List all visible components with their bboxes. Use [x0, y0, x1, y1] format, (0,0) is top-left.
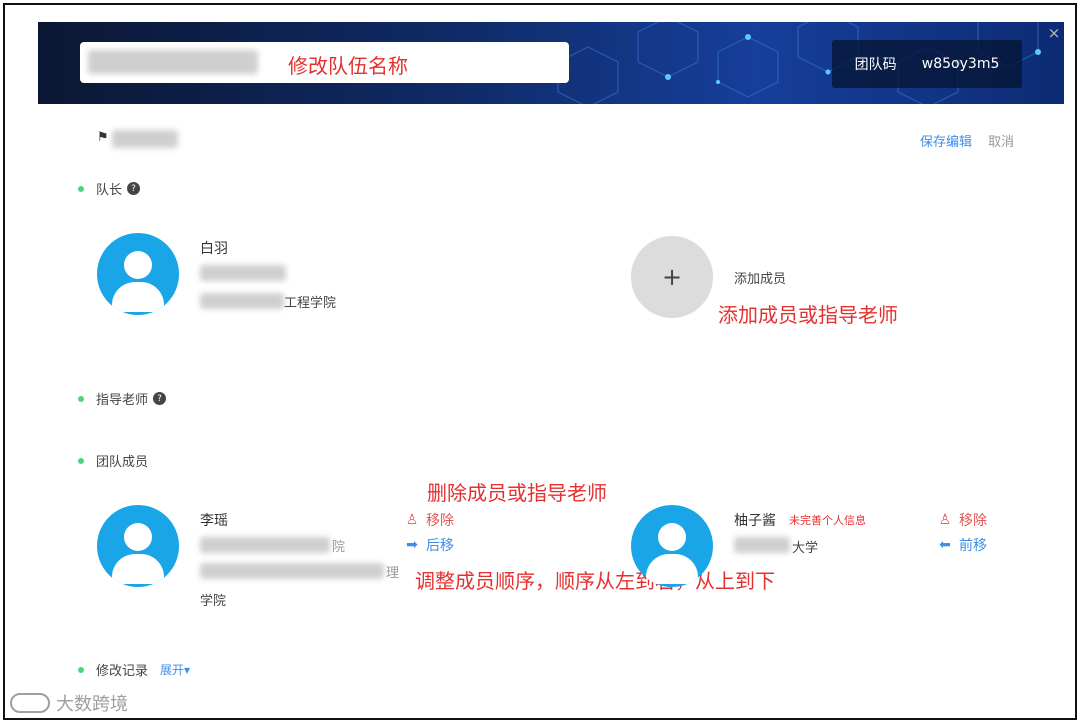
- caret-down-icon: ▾: [184, 663, 191, 677]
- member-1-partial-2: 理: [386, 566, 400, 581]
- captain-name: 白羽: [200, 241, 228, 257]
- team-name-blurred: [88, 50, 258, 74]
- remove-label: 移除: [426, 513, 454, 529]
- section-captain-label: 队长: [96, 183, 123, 198]
- watermark: 大数跨境: [10, 690, 128, 716]
- team-code-label: 团队码: [854, 57, 897, 73]
- history-expand-toggle[interactable]: 展开▾: [160, 661, 190, 678]
- screenshot-frame: [3, 3, 1077, 720]
- section-advisor-label: 指导老师: [96, 393, 149, 408]
- annotation-order: 调整成员顺序，顺序从左到右，从上到下: [415, 569, 775, 593]
- captain-info-blurred: [200, 265, 286, 281]
- member-1-move-back-button[interactable]: ➡ 后移: [404, 535, 454, 555]
- captain-dept: 工程学院: [284, 296, 337, 311]
- member-1-name: 李瑶: [200, 513, 228, 529]
- user-remove-icon: ♙: [405, 512, 419, 528]
- arrow-right-icon: ➡: [406, 537, 418, 553]
- annotation-add-member: 添加成员或指导老师: [718, 303, 898, 327]
- section-dot: [78, 666, 84, 673]
- annotation-delete: 删除成员或指导老师: [427, 481, 607, 505]
- member-2-info-blurred: [734, 537, 790, 553]
- member-1-dept: 学院: [200, 594, 227, 609]
- flag-icon: ⚑: [97, 130, 109, 145]
- help-icon[interactable]: ?: [153, 392, 167, 405]
- close-icon[interactable]: ×: [1043, 22, 1065, 44]
- plus-icon: +: [661, 263, 683, 291]
- add-member-label[interactable]: 添加成员: [734, 268, 786, 287]
- avatar-captain: [97, 233, 179, 315]
- watermark-text: 大数跨境: [56, 694, 128, 715]
- captain-dept-blurred: [200, 293, 284, 309]
- expand-label: 展开: [160, 663, 185, 677]
- section-dot: [78, 185, 84, 192]
- arrow-left-icon: ⬅: [939, 537, 951, 553]
- member-2-move-forward-button[interactable]: ⬅ 前移: [937, 535, 987, 555]
- user-remove-icon: ♙: [938, 512, 952, 528]
- save-edit-button[interactable]: 保存编辑: [920, 135, 972, 150]
- annotation-rename: 修改队伍名称: [288, 54, 408, 78]
- team-code-box: 团队码 w85oy3m5: [832, 40, 1022, 88]
- member-1-remove-button[interactable]: ♙ 移除: [404, 510, 454, 530]
- member-2-school: 大学: [792, 541, 819, 556]
- edit-actions: 保存编辑 取消: [920, 131, 1014, 150]
- cancel-button[interactable]: 取消: [988, 135, 1014, 150]
- team-name-display-blurred: [112, 130, 178, 148]
- move-label: 后移: [426, 538, 454, 554]
- member-1-dept-blurred: [200, 563, 384, 579]
- section-members: 团队成员: [78, 451, 148, 470]
- watermark-logo-icon: [10, 693, 50, 713]
- move-label: 前移: [959, 538, 987, 554]
- avatar-member-1: [97, 505, 179, 587]
- add-member-button[interactable]: +: [631, 236, 713, 318]
- avatar-member-2: [631, 505, 713, 587]
- member-2-warning: 未完善个人信息: [789, 514, 866, 527]
- section-dot: [78, 457, 84, 464]
- member-2-name: 柚子酱: [734, 513, 776, 529]
- team-flag-row: ⚑: [97, 130, 109, 145]
- section-history: 修改记录 展开▾: [78, 660, 190, 679]
- section-history-label: 修改记录: [96, 664, 149, 679]
- member-1-info-blurred: [200, 537, 330, 553]
- help-icon[interactable]: ?: [127, 182, 141, 195]
- remove-label: 移除: [959, 513, 987, 529]
- section-dot: [78, 395, 84, 402]
- section-advisor: 指导老师 ?: [78, 389, 167, 408]
- section-members-label: 团队成员: [96, 455, 149, 470]
- member-1-partial: 院: [332, 540, 346, 555]
- section-captain: 队长 ?: [78, 179, 141, 198]
- member-2-remove-button[interactable]: ♙ 移除: [937, 510, 987, 530]
- team-code-value: w85oy3m5: [921, 56, 1000, 72]
